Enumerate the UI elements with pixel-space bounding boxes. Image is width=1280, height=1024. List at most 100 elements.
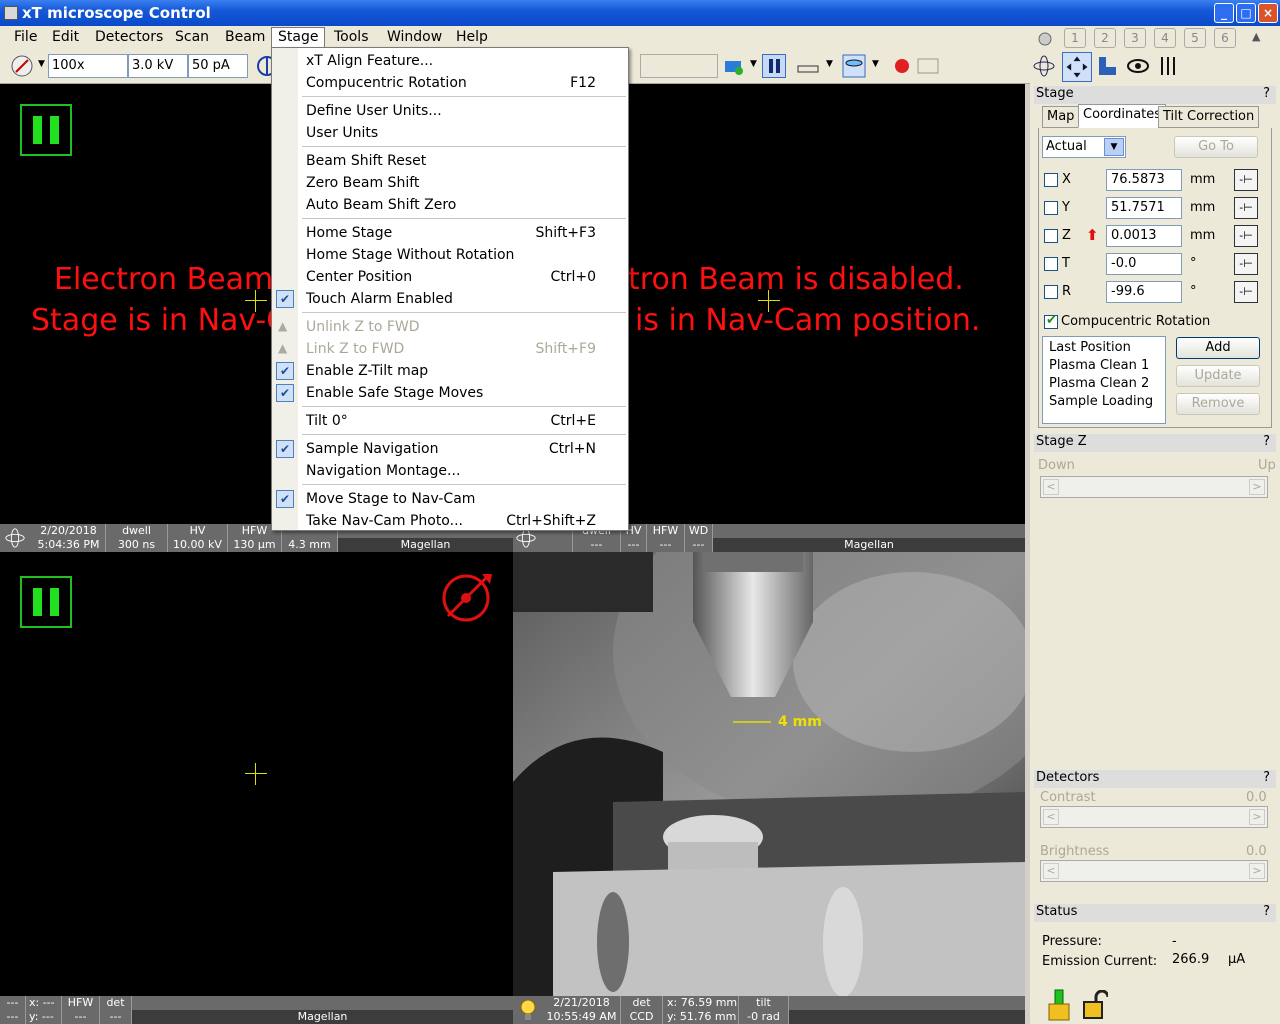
update-button[interactable]: Update [1176,365,1260,387]
pause-indicator-icon [20,104,72,156]
stage-menu-item[interactable]: ✔ Enable Z-Tilt map [272,360,628,382]
stage-menu-item[interactable]: Tilt 0° Ctrl+E [272,410,628,432]
eye-icon[interactable] [1126,54,1150,78]
list-item[interactable]: Last Position [1049,340,1131,355]
lens-icon[interactable] [842,54,866,78]
stage-menu-item[interactable]: Center Position Ctrl+0 [272,266,628,288]
tab-map[interactable]: Map [1042,106,1080,128]
go-to-button[interactable]: Go To [1174,136,1258,158]
chevron-left-icon[interactable]: < [1043,479,1059,495]
axis-r-input[interactable]: -99.6 [1106,281,1182,303]
stage-menu-item[interactable]: ▲ Link Z to FWD Shift+F9 [272,338,628,360]
compass-icon[interactable] [1038,32,1052,46]
contrast-slider[interactable]: < > [1040,806,1268,828]
pin-icon[interactable]: -⊢ [1234,169,1258,191]
stage-menu-item[interactable]: Home Stage Without Rotation [272,244,628,266]
axis-y-input[interactable]: 51.7571 [1106,197,1182,219]
axis-checkbox[interactable] [1044,257,1058,271]
alignment-icon[interactable] [1096,54,1120,78]
image-view-3[interactable] [0,552,513,996]
record-icon[interactable] [890,54,914,78]
chevron-down-icon[interactable]: ▼ [1104,138,1124,156]
stage-menu-item[interactable]: Compucentric Rotation F12 [272,72,628,94]
chevron-right-icon[interactable]: > [1249,809,1265,825]
chevron-left-icon[interactable]: < [1043,863,1059,879]
menu-edit[interactable]: Edit [52,29,79,45]
stage-menu-item[interactable]: ✔ Enable Safe Stage Moves [272,382,628,404]
stage-menu-item[interactable]: Navigation Montage... [272,460,628,482]
dropdown-arrow-icon[interactable]: ▼ [750,59,757,69]
dropdown-arrow-icon[interactable]: ▼ [872,59,879,69]
close-button[interactable]: × [1258,3,1278,23]
help-icon[interactable]: ? [1263,770,1270,785]
menu-detectors[interactable]: Detectors [95,29,163,45]
pin-icon[interactable]: -⊢ [1234,253,1258,275]
axis-checkbox[interactable] [1044,285,1058,299]
stage-menu-item[interactable]: ✔ Touch Alarm Enabled [272,288,628,310]
compass-icon[interactable] [10,54,34,78]
pause-icon[interactable] [762,54,786,78]
sliders-icon[interactable] [1156,54,1180,78]
menu-tools[interactable]: Tools [334,29,369,45]
dropdown-arrow-icon[interactable]: ▼ [38,59,45,69]
camera-icon[interactable] [722,54,746,78]
stage-menu-item[interactable]: Auto Beam Shift Zero [272,194,628,216]
help-icon[interactable]: ? [1263,904,1270,919]
axis-checkbox[interactable] [1044,229,1058,243]
vacuum-status-icon[interactable] [1046,988,1072,1022]
axis-t-input[interactable]: -0.0 [1106,253,1182,275]
stage-nav-icon[interactable] [1062,52,1092,82]
axis-z-input[interactable]: 0.0013 [1106,225,1182,247]
stage-menu-item[interactable]: User Units [272,122,628,144]
lightbulb-icon[interactable] [519,998,537,1022]
stage-menu-item[interactable]: xT Align Feature... [272,50,628,72]
axis-checkbox[interactable] [1044,173,1058,187]
pin-icon[interactable]: -⊢ [1234,281,1258,303]
tab-coordinates[interactable]: Coordinates [1078,104,1167,128]
menu-file[interactable]: File [14,29,37,45]
atom-icon[interactable] [1032,54,1056,78]
menu-window[interactable]: Window [387,29,442,45]
chevron-left-icon[interactable]: < [1043,809,1059,825]
menu-beam[interactable]: Beam [225,29,265,45]
compucentric-checkbox[interactable]: ✔ [1044,313,1058,329]
magnification-input[interactable]: 100x [48,54,128,78]
chevron-right-icon[interactable]: > [1249,479,1265,495]
dropdown-arrow-icon[interactable]: ▼ [826,59,833,69]
stage-z-slider[interactable]: < > [1040,476,1268,498]
unlock-icon[interactable] [1082,990,1108,1020]
tab-tilt-correction[interactable]: Tilt Correction [1158,106,1260,128]
menu-scan[interactable]: Scan [175,29,209,45]
stage-menu-item[interactable]: Beam Shift Reset [272,150,628,172]
maximize-button[interactable]: □ [1236,3,1256,23]
axis-x-input[interactable]: 76.5873 [1106,169,1182,191]
stage-menu-item[interactable]: Take Nav-Cam Photo... Ctrl+Shift+Z [272,510,628,532]
stage-menu-item[interactable]: ✔ Move Stage to Nav-Cam [272,488,628,510]
scan-field[interactable] [640,54,718,78]
beam-current-input[interactable]: 50 pA [188,54,248,78]
stage-menu-item[interactable]: ▲ Unlink Z to FWD [272,316,628,338]
minimize-button[interactable]: _ [1214,3,1234,23]
menu-help[interactable]: Help [456,29,488,45]
stage-menu-item[interactable]: Zero Beam Shift [272,172,628,194]
help-icon[interactable]: ? [1263,434,1270,449]
list-item[interactable]: Sample Loading [1049,394,1153,409]
chevron-right-icon[interactable]: > [1249,863,1265,879]
list-item[interactable]: Plasma Clean 1 [1049,358,1149,373]
scan-lines-icon[interactable] [796,54,820,78]
brightness-slider[interactable]: < > [1040,860,1268,882]
pin-icon[interactable]: -⊢ [1234,225,1258,247]
stage-menu-item[interactable]: ✔ Sample Navigation Ctrl+N [272,438,628,460]
stage-menu-item[interactable]: Home Stage Shift+F3 [272,222,628,244]
nav-cam-view[interactable]: 4 mm [513,552,1025,996]
axis-checkbox[interactable] [1044,201,1058,215]
remove-button[interactable]: Remove [1176,393,1260,415]
hv-input[interactable]: 3.0 kV [128,54,188,78]
position-list[interactable]: Last Position Plasma Clean 1 Plasma Clea… [1042,336,1166,424]
add-button[interactable]: Add [1176,337,1260,359]
pin-icon[interactable]: -⊢ [1234,197,1258,219]
list-item[interactable]: Plasma Clean 2 [1049,376,1149,391]
stage-menu-item[interactable]: Define User Units... [272,100,628,122]
menu-stage[interactable]: Stage [271,27,326,48]
help-icon[interactable]: ? [1263,86,1270,101]
